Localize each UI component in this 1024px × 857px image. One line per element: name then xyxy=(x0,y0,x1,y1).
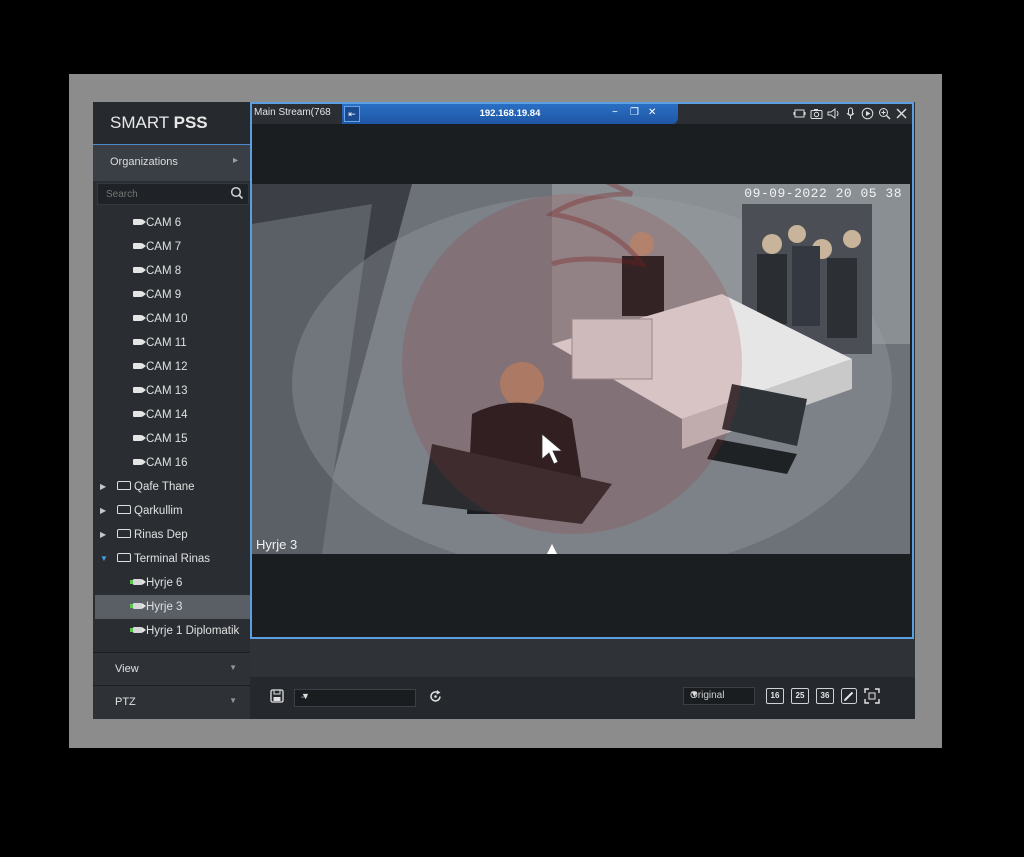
zoom-icon[interactable] xyxy=(878,107,891,120)
restore-icon[interactable]: ❐ xyxy=(630,107,639,118)
tree-group-rinas-dep[interactable]: ▶ Rinas Dep xyxy=(93,523,250,547)
device-title-bar: ⇤ 192.168.19.84 − ❐ ✕ xyxy=(342,104,678,124)
tree-item-cam-7[interactable]: CAM 7 xyxy=(93,235,250,259)
tree-item-hyrje-1-diplomatik[interactable]: Hyrje 1 Diplomatik xyxy=(93,619,250,643)
dvr-icon xyxy=(117,529,131,538)
tree-item-cam-16[interactable]: CAM 16 xyxy=(93,451,250,475)
stream-label: Main Stream(768 xyxy=(254,107,331,118)
tree-item-cam-15[interactable]: CAM 15 xyxy=(93,427,250,451)
tree-item-hyrje-6[interactable]: Hyrje 6 xyxy=(93,571,250,595)
dropdown-arrow-icon: ▼ xyxy=(301,691,310,701)
tree-item-hyrje-3-selected[interactable]: Hyrje 3 xyxy=(95,595,273,619)
camera-icon xyxy=(133,435,146,441)
search-icon[interactable] xyxy=(230,186,244,205)
video-toolbar xyxy=(793,107,908,120)
camera-icon xyxy=(133,267,146,273)
bottom-control-bar: -- ▼ Original ▼ 16 25 36 xyxy=(250,677,915,719)
tree-group-terminal-rinas[interactable]: ▼ Terminal Rinas xyxy=(93,547,250,571)
dvr-icon xyxy=(117,481,131,490)
camera-icon xyxy=(133,363,146,369)
camera-icon xyxy=(133,315,146,321)
tree-group-qafe-thane[interactable]: ▶ Qafe Thane xyxy=(93,475,250,499)
grid-25-button[interactable]: 25 xyxy=(791,688,809,704)
video-window[interactable]: Main Stream(768 ⇤ 192.168.19.84 − ❐ ✕ 09… xyxy=(250,102,914,639)
camera-online-icon xyxy=(130,579,146,585)
record-icon[interactable] xyxy=(793,107,806,120)
edit-layout-icon[interactable] xyxy=(841,688,857,709)
tree-item-cam-6[interactable]: CAM 6 xyxy=(93,211,250,235)
save-view-icon[interactable] xyxy=(270,689,284,708)
tree-item-cam-9[interactable]: CAM 9 xyxy=(93,283,250,307)
snapshot-icon[interactable] xyxy=(810,107,823,120)
grid-16-button[interactable]: 16 xyxy=(766,688,784,704)
view-preset-select[interactable]: -- ▼ xyxy=(294,689,416,707)
aspect-ratio-select[interactable]: Original ▼ xyxy=(683,687,755,705)
playback-icon[interactable] xyxy=(861,107,874,120)
camera-icon xyxy=(133,243,146,249)
tree-item-cam-8[interactable]: CAM 8 xyxy=(93,259,250,283)
camera-icon xyxy=(133,219,146,225)
microphone-icon[interactable] xyxy=(844,107,857,120)
view-panel[interactable]: View ▼ xyxy=(93,652,250,685)
organizations-header[interactable]: Organizations ▸ xyxy=(93,144,250,181)
camera-name-overlay: Hyrje 3 xyxy=(256,537,298,552)
expand-arrow-icon[interactable]: ▶ xyxy=(100,499,106,523)
chevron-right-icon: ▸ xyxy=(232,155,238,166)
camera-feed-image xyxy=(252,184,910,554)
camera-icon xyxy=(133,459,146,465)
tree-item-cam-12[interactable]: CAM 12 xyxy=(93,355,250,379)
expand-arrow-icon[interactable]: ▶ xyxy=(100,523,106,547)
camera-icon xyxy=(133,387,146,393)
chevron-down-icon: ▼ xyxy=(229,696,237,705)
refresh-icon[interactable] xyxy=(428,689,443,709)
device-ip: 192.168.19.84 xyxy=(479,108,541,119)
tree-group-qarkullim[interactable]: ▶ Qarkullim xyxy=(93,499,250,523)
ptz-panel[interactable]: PTZ ▼ xyxy=(93,685,250,719)
smart-pss-window: SMART PSS Organizations ▸ CAM 6 CAM 7 CA… xyxy=(93,102,915,719)
organizations-label: Organizations xyxy=(110,156,178,168)
tree-item-cam-14[interactable]: CAM 14 xyxy=(93,403,250,427)
camera-online-icon xyxy=(130,603,146,609)
dvr-icon xyxy=(117,505,131,514)
close-icon[interactable]: ✕ xyxy=(648,107,656,118)
device-tree: CAM 6 CAM 7 CAM 8 CAM 9 CAM 10 CAM 11 CA… xyxy=(93,211,273,643)
sidebar: SMART PSS Organizations ▸ CAM 6 CAM 7 CA… xyxy=(93,102,273,719)
video-title-bar: Main Stream(768 ⇤ 192.168.19.84 − ❐ ✕ xyxy=(252,104,912,124)
audio-icon[interactable] xyxy=(827,107,840,120)
dvr-icon xyxy=(117,553,131,562)
minimize-icon[interactable]: − xyxy=(612,107,618,118)
camera-online-icon xyxy=(130,627,146,633)
tree-item-cam-10[interactable]: CAM 10 xyxy=(93,307,250,331)
tree-item-cam-13[interactable]: CAM 13 xyxy=(93,379,250,403)
timestamp-overlay: 09-09-2022 20 05 38 xyxy=(744,186,902,201)
camera-icon xyxy=(133,339,146,345)
expand-arrow-icon[interactable]: ▶ xyxy=(100,475,106,499)
video-area-spacer xyxy=(250,639,915,677)
tree-item-cam-11[interactable]: CAM 11 xyxy=(93,331,250,355)
camera-icon xyxy=(133,291,146,297)
fullscreen-icon[interactable] xyxy=(864,688,880,709)
camera-icon xyxy=(133,411,146,417)
app-logo: SMART PSS xyxy=(93,102,250,144)
camera-feed[interactable]: 09-09-2022 20 05 38 Hyrje 3 xyxy=(252,184,910,554)
search-input[interactable] xyxy=(98,186,224,203)
dropdown-arrow-icon: ▼ xyxy=(690,689,699,699)
close-video-icon[interactable] xyxy=(895,107,908,120)
grid-36-button[interactable]: 36 xyxy=(816,688,834,704)
collapse-arrow-icon[interactable]: ▼ xyxy=(100,547,108,571)
device-search xyxy=(97,183,249,205)
chevron-down-icon: ▼ xyxy=(229,663,237,672)
